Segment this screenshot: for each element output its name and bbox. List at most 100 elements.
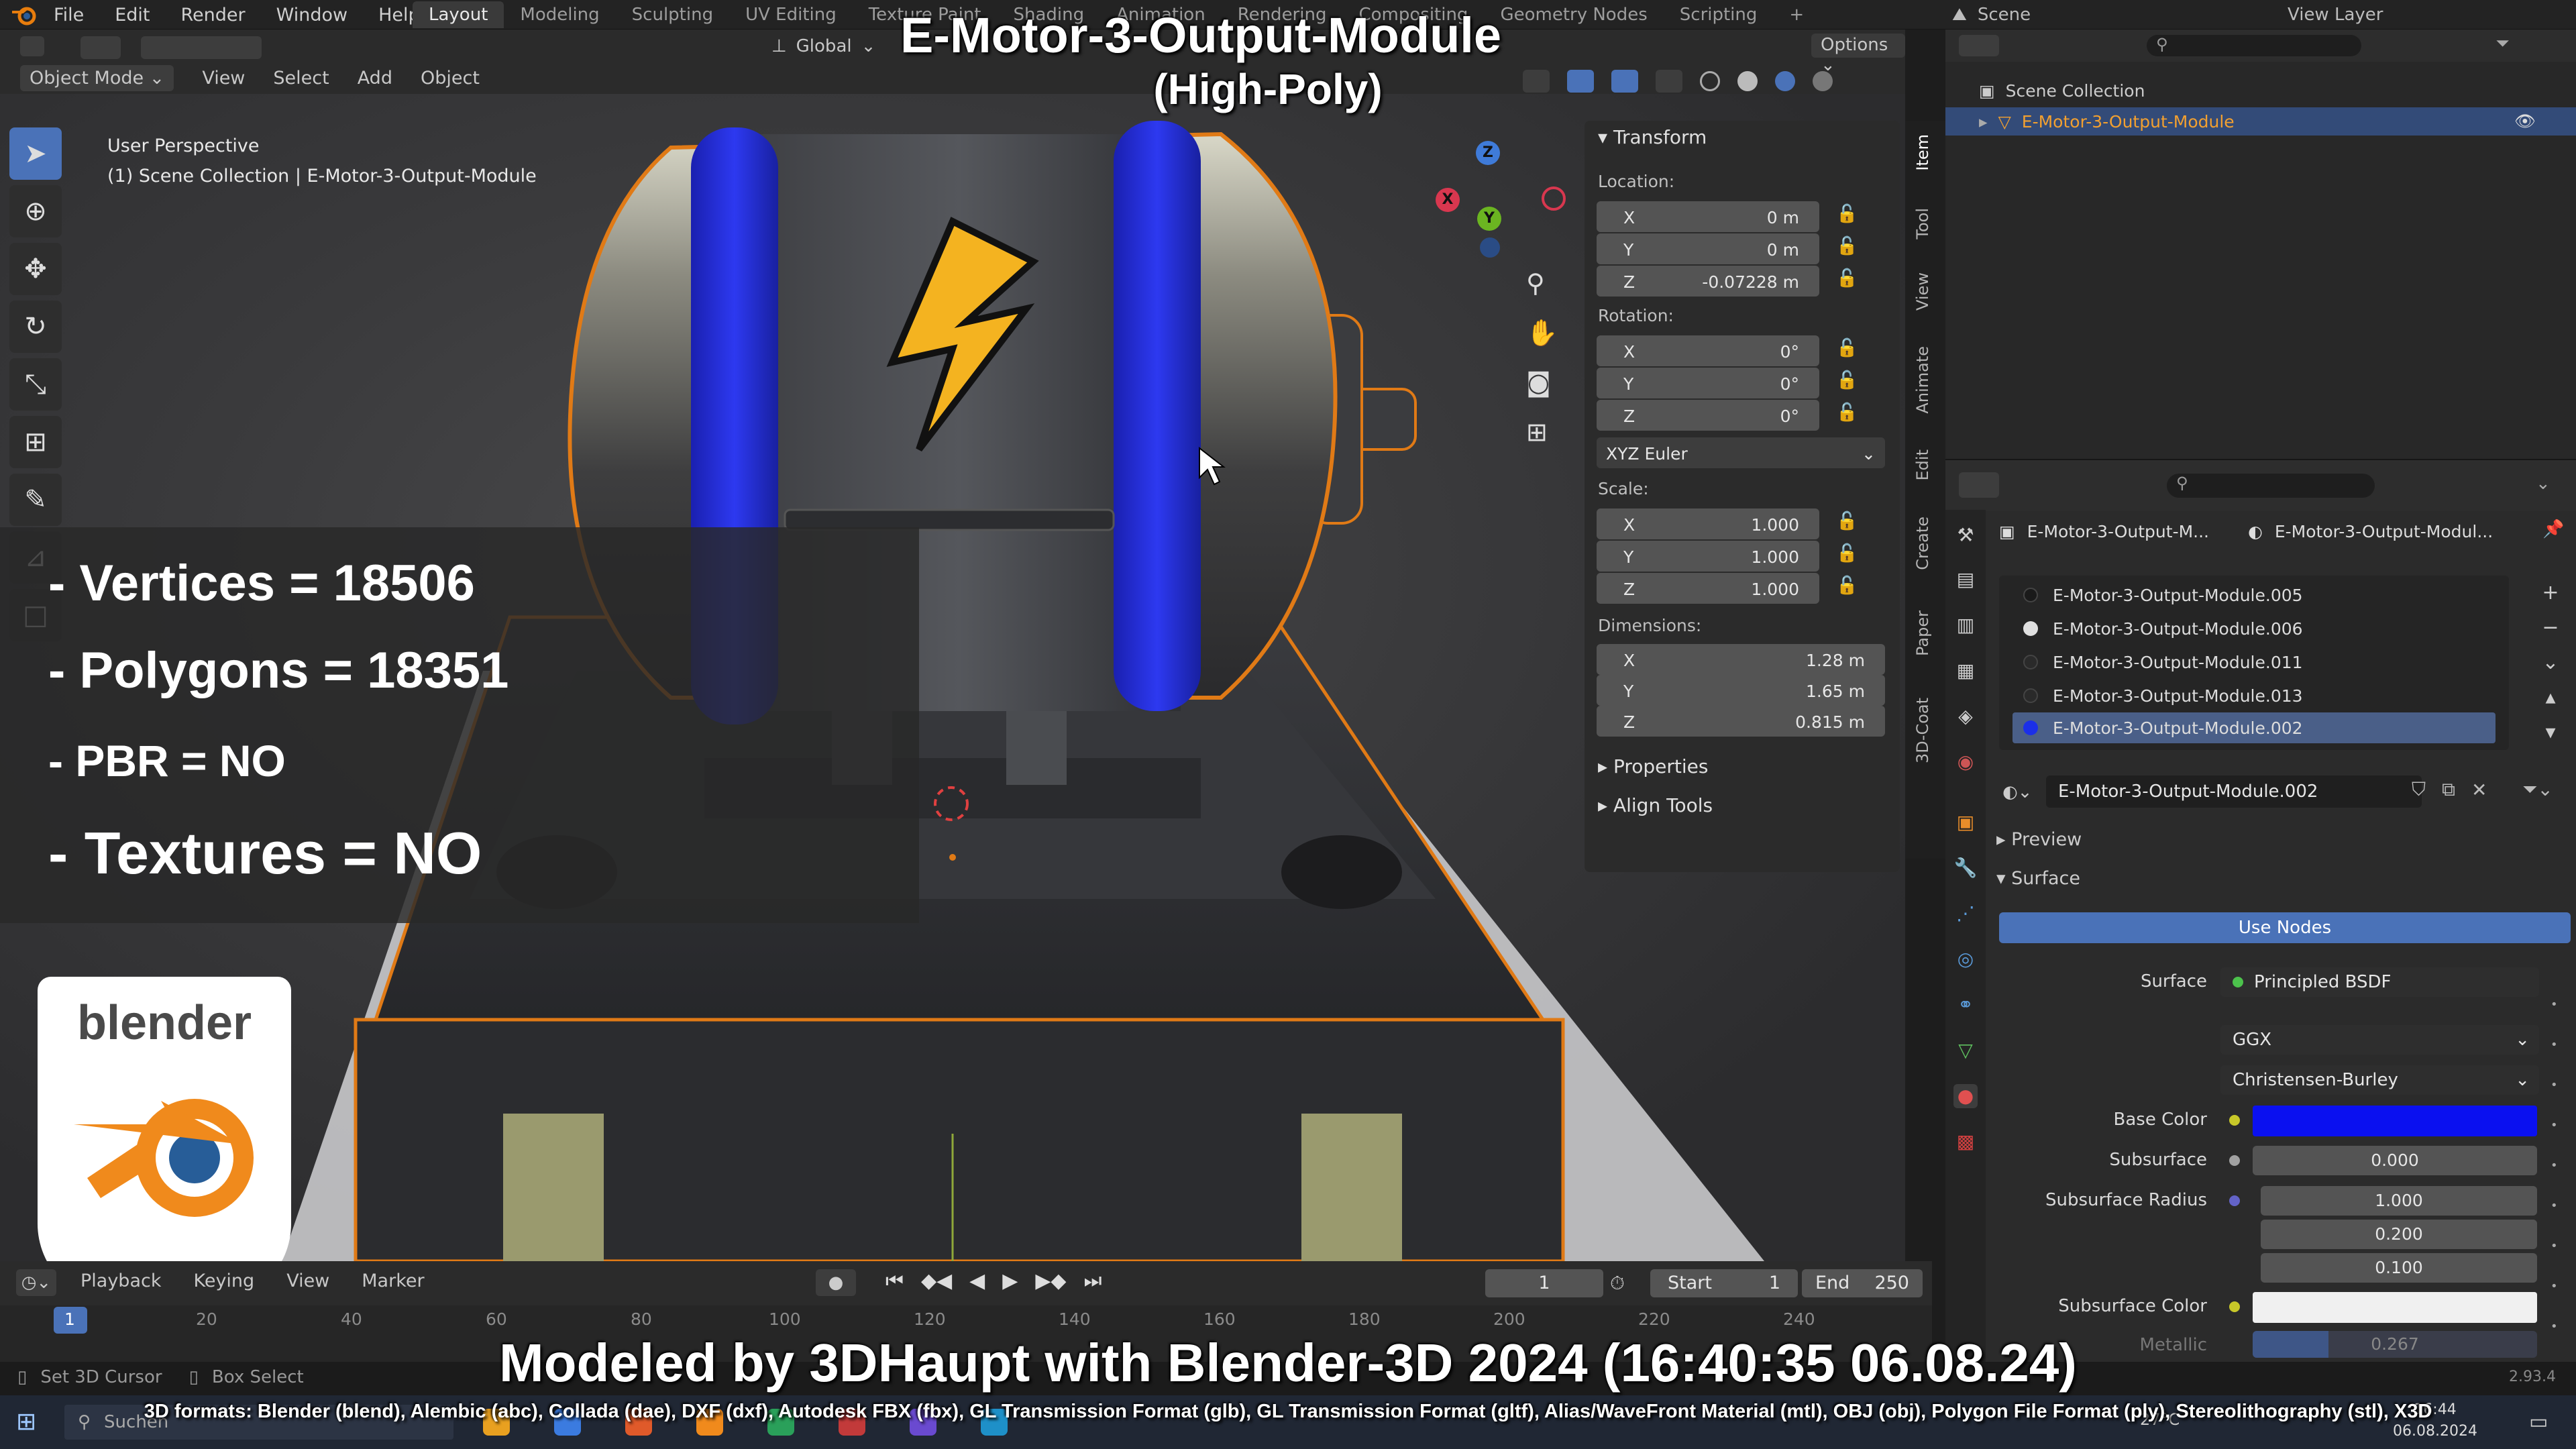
jump-start-icon[interactable]: ⏮ xyxy=(885,1269,904,1293)
ortho-grid-icon[interactable]: ⊞ xyxy=(1526,417,1566,467)
clock-icon[interactable]: ◷⌄ xyxy=(16,1269,56,1296)
outliner-object-row[interactable]: ▸ ▽ E-Motor-3-Output-Module 👁 xyxy=(1945,107,2576,136)
editor-type-icon[interactable] xyxy=(1959,472,1999,498)
location-z-field[interactable]: Z -0.07228 m xyxy=(1597,266,1819,297)
rotation-z-field[interactable]: Z 0° xyxy=(1597,400,1819,431)
properties-section-header[interactable]: ▸ Properties xyxy=(1598,755,1708,777)
cursor-tool-icon[interactable]: ⊕ xyxy=(9,185,62,237)
scene-selector[interactable]: ⛰ Scene xyxy=(1952,0,2031,30)
subsurface-radius-x-field[interactable]: 1.000 xyxy=(2261,1186,2537,1216)
subsurface-field[interactable]: 0.000 xyxy=(2253,1146,2537,1175)
record-icon[interactable]: ● xyxy=(816,1269,856,1296)
blender-logo-icon[interactable] xyxy=(11,3,40,27)
cursor-tool-icon[interactable] xyxy=(80,36,121,59)
breadcrumb-object[interactable]: E-Motor-3-Output-M... xyxy=(2027,522,2209,541)
material-props-icon[interactable]: ● xyxy=(1953,1084,1978,1108)
output-props-icon[interactable]: ▥ xyxy=(1953,613,1978,637)
lock-icon[interactable]: 🔓 xyxy=(1836,236,1859,259)
visibility-icon[interactable] xyxy=(1523,70,1550,93)
slot-menu-icon[interactable]: ⌄ xyxy=(2537,645,2564,680)
transform-tool-icon[interactable]: ⊞ xyxy=(9,416,62,468)
material-name-field[interactable]: E-Motor-3-Output-Module.002 xyxy=(2046,775,2422,808)
material-slot-row[interactable]: E-Motor-3-Output-Module.013 xyxy=(2012,680,2496,711)
filter-icon[interactable]: ⏷ xyxy=(2496,34,2510,54)
color-socket-icon[interactable] xyxy=(2229,1115,2240,1126)
modifier-props-icon[interactable]: 🔧 xyxy=(1953,856,1978,880)
play-icon[interactable]: ▶ xyxy=(1002,1269,1018,1293)
transform-section-header[interactable]: ▾ Transform xyxy=(1598,126,1707,148)
object-props-icon[interactable]: ▣ xyxy=(1953,810,1978,835)
overlay-toggle-icon[interactable] xyxy=(1611,70,1638,93)
navigation-gizmo[interactable]: Z X Y xyxy=(1436,134,1583,268)
dimensions-y-field[interactable]: Y 1.65 m xyxy=(1597,675,1885,706)
select-mode-icons[interactable] xyxy=(141,36,262,59)
lock-icon[interactable]: 🔓 xyxy=(1836,204,1859,227)
tab-edit[interactable]: Edit xyxy=(1913,449,1932,480)
add-slot-icon[interactable]: + xyxy=(2537,576,2564,610)
material-slot-row[interactable]: E-Motor-3-Output-Module.011 xyxy=(2012,647,2496,678)
use-nodes-button[interactable]: Use Nodes xyxy=(1999,912,2571,943)
zoom-icon[interactable]: ⚲ xyxy=(1526,268,1566,318)
options-dropdown[interactable]: Options ⌄ xyxy=(1811,34,1905,75)
menu-view[interactable]: View xyxy=(286,1271,329,1291)
select-tool-icon[interactable]: ➤ xyxy=(9,127,62,180)
menu-view[interactable]: View xyxy=(202,68,245,89)
add-workspace-icon[interactable]: + xyxy=(1773,1,1820,28)
material-slot-row-selected[interactable]: E-Motor-3-Output-Module.002 xyxy=(2012,712,2496,743)
menu-playback[interactable]: Playback xyxy=(80,1271,161,1291)
tab-paper[interactable]: Paper xyxy=(1913,610,1932,656)
tab-create[interactable]: Create xyxy=(1913,517,1932,570)
properties-search-input[interactable]: ⚲ xyxy=(2167,474,2375,498)
subsurface-radius-z-field[interactable]: 0.100 xyxy=(2261,1253,2537,1283)
lock-icon[interactable]: 🔓 xyxy=(1836,370,1859,393)
render-props-icon[interactable]: ▤ xyxy=(1953,568,1978,592)
rotate-tool-icon[interactable]: ↻ xyxy=(9,301,62,353)
lock-icon[interactable]: 🔓 xyxy=(1836,511,1859,534)
scene-props-icon[interactable]: ◈ xyxy=(1953,704,1978,729)
rendered-shading-icon[interactable] xyxy=(1813,71,1833,91)
scale-z-field[interactable]: Z 1.000 xyxy=(1597,573,1819,604)
menu-file[interactable]: File xyxy=(54,5,84,25)
align-tools-section-header[interactable]: ▸ Align Tools xyxy=(1598,794,1713,816)
lock-icon[interactable]: 🔓 xyxy=(1836,268,1859,291)
scale-tool-icon[interactable]: ⤡ xyxy=(9,358,62,411)
chevron-down-icon[interactable]: ⌄ xyxy=(2536,474,2551,494)
gizmo-neg-z[interactable] xyxy=(1480,237,1500,258)
physics-props-icon[interactable]: ◎ xyxy=(1953,947,1978,971)
subsurface-method-dropdown[interactable]: Christensen-Burley ⌄ xyxy=(2220,1065,2539,1095)
subsurface-radius-y-field[interactable]: 0.200 xyxy=(2261,1220,2537,1249)
camera-view-icon[interactable]: ◙ xyxy=(1526,368,1566,417)
view-layer-props-icon[interactable]: ▦ xyxy=(1953,659,1978,683)
tab-layout[interactable]: Layout xyxy=(413,1,504,28)
remove-slot-icon[interactable]: − xyxy=(2537,610,2564,645)
play-reverse-icon[interactable]: ◀ xyxy=(969,1269,985,1293)
material-preview-icon[interactable] xyxy=(1775,71,1795,91)
lock-icon[interactable]: 🔓 xyxy=(1836,576,1859,598)
duplicate-material-icon[interactable]: ⧉ xyxy=(2442,778,2455,801)
subsurface-color-swatch[interactable] xyxy=(2253,1292,2537,1323)
distribution-dropdown[interactable]: GGX ⌄ xyxy=(2220,1025,2539,1055)
scale-y-field[interactable]: Y 1.000 xyxy=(1597,541,1819,572)
prev-keyframe-icon[interactable]: ◆◀ xyxy=(921,1269,952,1293)
jump-end-icon[interactable]: ⏭ xyxy=(1083,1269,1102,1293)
tab-scripting[interactable]: Scripting xyxy=(1664,1,1774,28)
menu-window[interactable]: Window xyxy=(276,5,347,25)
menu-add[interactable]: Add xyxy=(358,68,392,89)
tab-tool[interactable]: Tool xyxy=(1913,208,1932,239)
gizmo-z-axis[interactable]: Z xyxy=(1476,141,1500,165)
gizmo-toggle-icon[interactable] xyxy=(1567,70,1594,93)
object-mode-dropdown[interactable]: Object Mode ⌄ xyxy=(20,64,174,91)
particles-props-icon[interactable]: ⋰ xyxy=(1953,902,1978,926)
material-slot-row[interactable]: E-Motor-3-Output-Module.006 xyxy=(2012,613,2496,644)
tab-view[interactable]: View xyxy=(1913,272,1932,311)
wireframe-shading-icon[interactable] xyxy=(1700,71,1720,91)
unlink-material-icon[interactable]: ✕ xyxy=(2471,779,2487,801)
tool-props-icon[interactable]: ⚒ xyxy=(1953,523,1978,547)
dimensions-x-field[interactable]: X 1.28 m xyxy=(1597,644,1885,675)
location-y-field[interactable]: Y 0 m xyxy=(1597,233,1819,264)
end-frame-field[interactable]: End 250 xyxy=(1802,1269,1923,1297)
menu-render[interactable]: Render xyxy=(180,5,245,25)
expand-arrow-icon[interactable]: ▸ xyxy=(1979,112,1988,131)
location-x-field[interactable]: X 0 m xyxy=(1597,201,1819,232)
move-up-icon[interactable]: ▴ xyxy=(2537,680,2564,715)
